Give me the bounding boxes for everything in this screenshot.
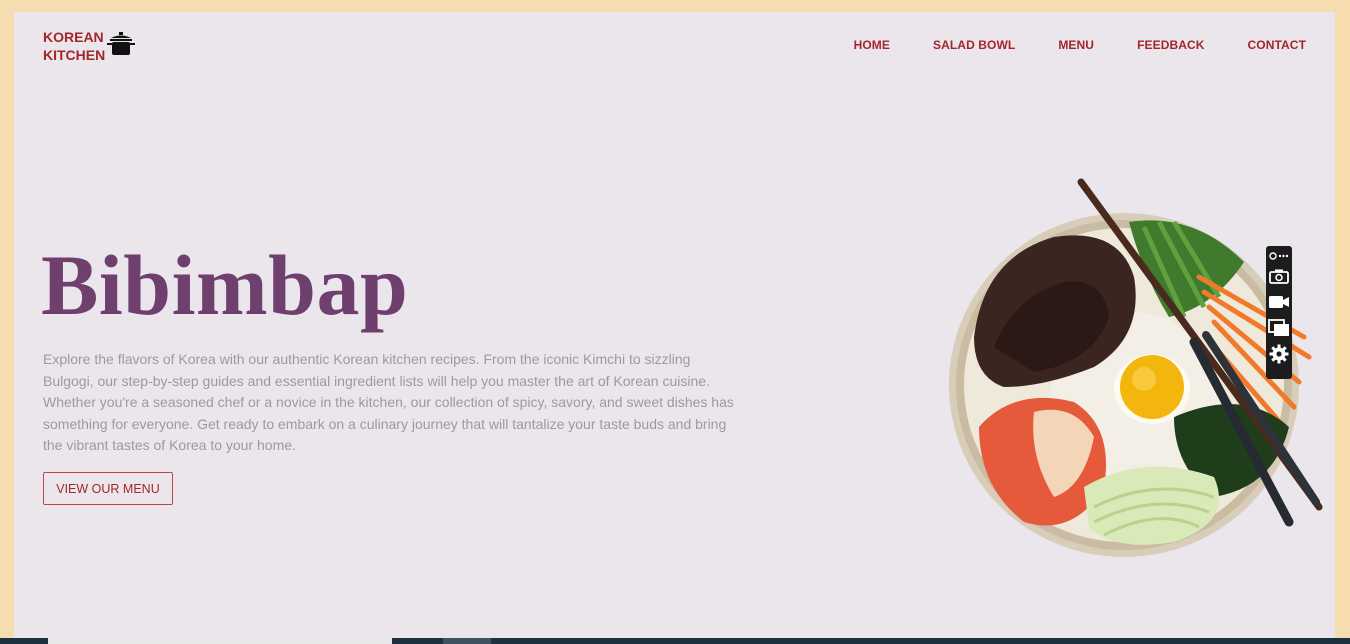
taskbar-segment[interactable]	[48, 638, 392, 644]
nav-menu[interactable]: MENU	[1058, 38, 1094, 52]
nav-contact[interactable]: CONTACT	[1248, 38, 1306, 52]
main-nav: HOME SALAD BOWL MENU FEEDBACK CONTACT	[811, 38, 1306, 52]
hero-description: Explore the flavors of Korea with our au…	[43, 351, 734, 453]
bottom-taskbar	[0, 638, 1350, 644]
view-menu-button[interactable]: VIEW OUR MENU	[43, 472, 173, 505]
page-content: KOREAN KITCHEN HOME SALAD BOWL MENU FEED…	[14, 12, 1335, 644]
brand-logo[interactable]: KOREAN KITCHEN	[43, 28, 135, 64]
video-icon[interactable]	[1268, 289, 1290, 315]
nav-home[interactable]: HOME	[854, 38, 890, 52]
link-more-icon[interactable]	[1268, 249, 1290, 263]
taskbar-segment[interactable]	[443, 638, 491, 644]
nav-salad-bowl[interactable]: SALAD BOWL	[933, 38, 1015, 52]
gear-icon[interactable]	[1268, 341, 1290, 367]
nav-feedback[interactable]: FEEDBACK	[1137, 38, 1204, 52]
floating-toolbar	[1266, 246, 1292, 379]
windows-icon[interactable]	[1268, 315, 1290, 341]
camera-icon[interactable]	[1268, 263, 1290, 289]
hero-title: Bibimbap	[41, 237, 409, 333]
brand-name: KOREAN KITCHEN	[43, 29, 106, 63]
cooking-pot-icon	[107, 31, 135, 63]
